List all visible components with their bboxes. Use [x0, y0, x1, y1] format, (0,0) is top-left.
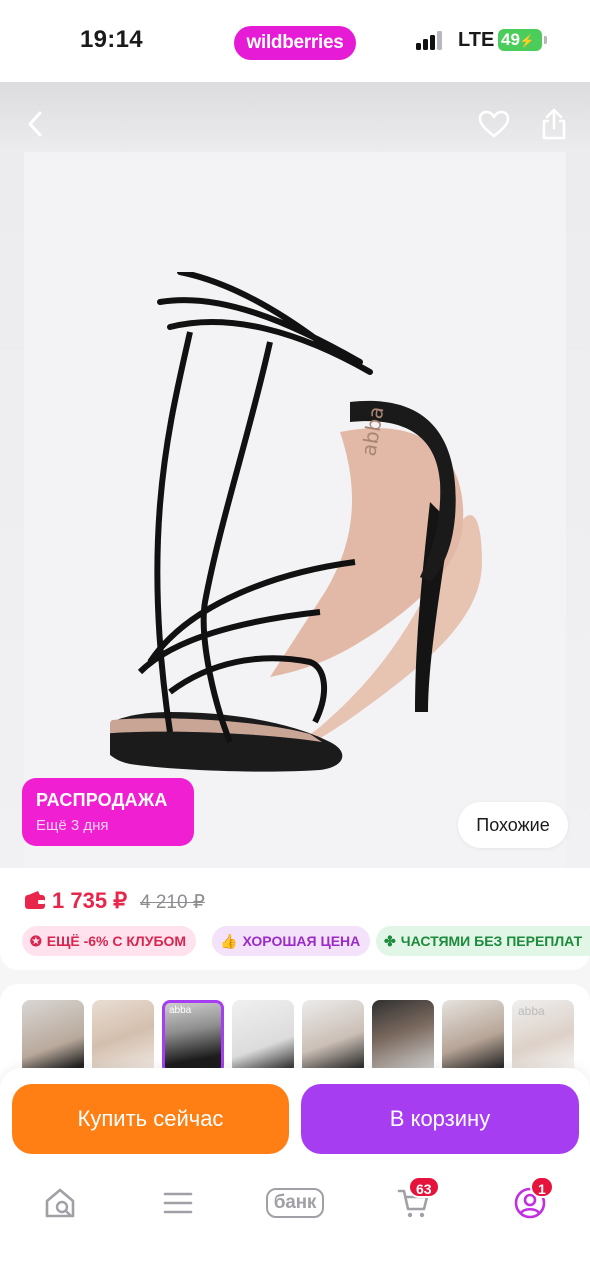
status-bar: 19:14 wildberries LTE 49⚡	[0, 0, 590, 82]
chip-label: ЧАСТЯМИ БЕЗ ПЕРЕПЛАТ	[400, 933, 583, 949]
sale-subtitle: Ещё 3 дня	[36, 817, 109, 834]
clock: 19:14	[80, 26, 143, 53]
heart-icon	[478, 110, 510, 138]
battery-icon: 49⚡	[498, 29, 547, 51]
profile-count-badge: 1	[530, 1176, 554, 1198]
menu-icon	[163, 1192, 193, 1214]
chip-good-price[interactable]: 👍 ХОРОШАЯ ЦЕНА	[212, 926, 371, 956]
thumbnail-brand-label: abba	[518, 1004, 545, 1018]
product-screen: 19:14 wildberries LTE 49⚡ abba РАСПРОДАЖ…	[0, 0, 590, 1280]
thumbnail-8[interactable]: abba	[512, 1000, 574, 1074]
tab-catalog[interactable]	[148, 1180, 208, 1226]
old-price: 4 210 ₽	[140, 892, 205, 913]
chip-club-discount[interactable]: ✪ ЕЩЁ -6% С КЛУБОМ	[22, 926, 197, 956]
price-block: 1 735 ₽ 4 210 ₽ ✪ ЕЩЁ -6% С КЛУБОМ 👍 ХОРОШ…	[0, 868, 590, 970]
favorite-button[interactable]	[472, 102, 516, 146]
share-button[interactable]	[532, 102, 576, 146]
purchase-actions: Купить сейчас В корзину	[0, 1068, 590, 1170]
battery-level: 49	[501, 30, 520, 49]
chip-label: ХОРОШАЯ ЦЕНА	[242, 933, 361, 949]
thumbnail-2[interactable]	[92, 1000, 154, 1074]
bank-label: банк	[265, 1188, 325, 1218]
share-icon	[542, 108, 566, 140]
thumbnail-3-active[interactable]: abba	[162, 1000, 224, 1074]
chip-installments[interactable]: ✤ ЧАСТЯМИ БЕЗ ПЕРЕПЛАТ	[376, 926, 590, 956]
thumbnail-7[interactable]	[442, 1000, 504, 1074]
club-star-icon: ✪	[30, 933, 42, 949]
home-search-icon	[45, 1188, 75, 1218]
thumbs-up-icon: 👍	[220, 933, 238, 949]
thumbnail-brand-label: abba	[169, 1005, 192, 1016]
thumbnail-5[interactable]	[302, 1000, 364, 1074]
wallet-icon	[25, 891, 45, 909]
clover-icon: ✤	[384, 933, 396, 949]
current-price: 1 735 ₽	[52, 888, 128, 913]
bottom-tab-bar: банк 63 1	[0, 1170, 590, 1280]
add-to-cart-button[interactable]: В корзину	[301, 1084, 579, 1154]
thumbnail-1[interactable]	[22, 1000, 84, 1074]
product-gallery[interactable]: abba	[0, 82, 590, 868]
product-image-sandal: abba	[110, 272, 482, 772]
thumbnail-4[interactable]	[232, 1000, 294, 1074]
similar-button[interactable]: Похожие	[458, 802, 568, 848]
sale-badge[interactable]: РАСПРОДАЖА Ещё 3 дня	[22, 778, 194, 846]
tab-home[interactable]	[30, 1180, 90, 1226]
wildberries-logo[interactable]: wildberries	[234, 26, 356, 60]
chevron-left-icon	[28, 111, 42, 137]
network-type: LTE	[458, 29, 495, 51]
chip-label: ЕЩЁ -6% С КЛУБОМ	[46, 933, 187, 949]
sale-title: РАСПРОДАЖА	[36, 790, 168, 810]
thumbnail-6[interactable]	[372, 1000, 434, 1074]
back-button[interactable]	[14, 102, 58, 146]
tab-bank[interactable]: банк	[250, 1180, 340, 1226]
signal-icon	[416, 30, 448, 50]
cart-count-badge: 63	[408, 1176, 440, 1198]
buy-now-button[interactable]: Купить сейчас	[12, 1084, 289, 1154]
